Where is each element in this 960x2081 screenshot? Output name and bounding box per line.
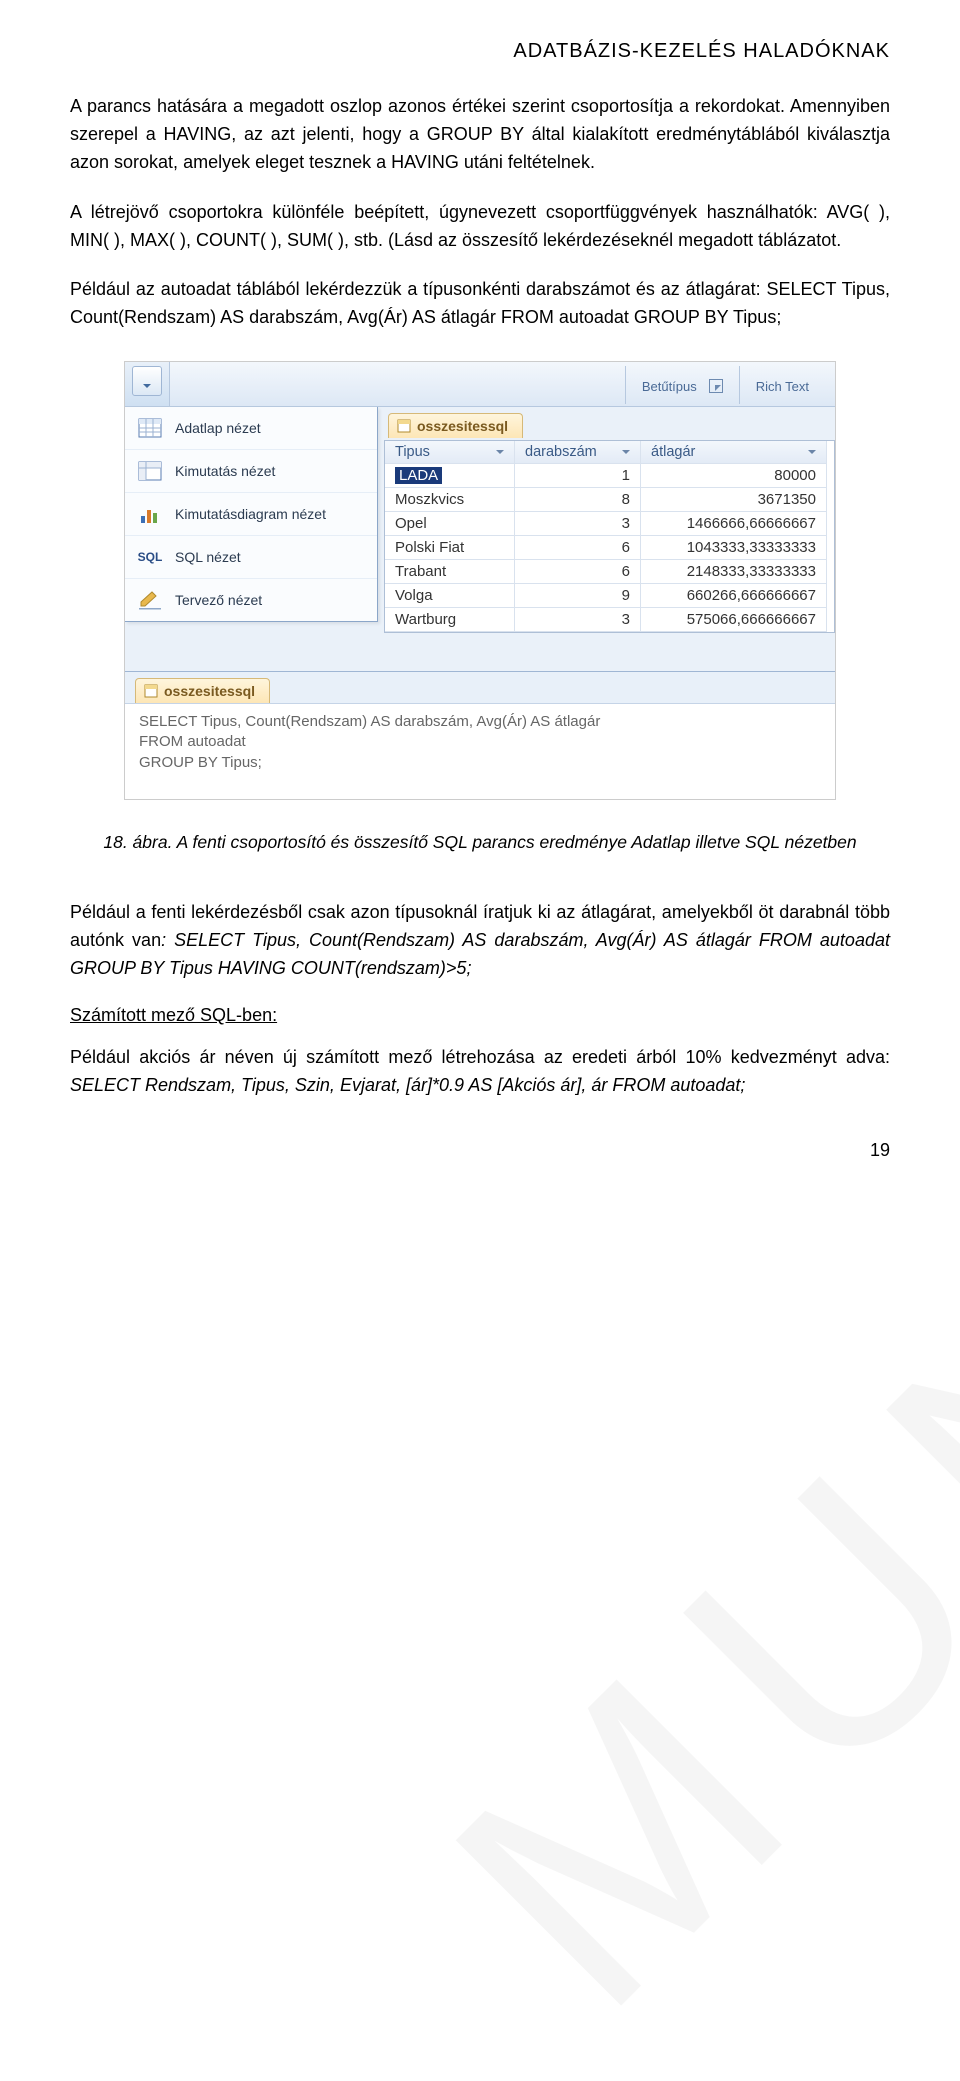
paragraph-4-italic: : SELECT Tipus, Count(Rendszam) AS darab… — [70, 930, 890, 978]
view-menu-design-label: Tervező nézet — [175, 592, 262, 608]
chevron-down-icon — [808, 450, 816, 458]
datasheet-area: osszesitessql Tipus darabszám átlagár LA… — [378, 407, 835, 643]
pivotchart-icon — [137, 503, 163, 525]
view-menu-design[interactable]: Tervező nézet — [125, 579, 377, 621]
sql-line-3: GROUP BY Tipus; — [139, 753, 821, 773]
query-tab-label: osszesitessql — [417, 418, 508, 434]
figure-caption: 18. ábra. A fenti csoportosító és összes… — [70, 829, 890, 855]
grid-header-atlagar[interactable]: átlagár — [641, 441, 827, 464]
query-icon — [144, 684, 158, 698]
sql-view-panel: osszesitessql SELECT Tipus, Count(Rendsz… — [125, 671, 835, 799]
cell-darabszam[interactable]: 9 — [515, 584, 641, 608]
ribbon-group-richtext-label: Rich Text — [756, 379, 809, 394]
paragraph-5-italic: SELECT Rendszam, Tipus, Szin, Evjarat, [… — [70, 1075, 745, 1095]
table-row[interactable]: Trabant62148333,33333333 — [385, 560, 834, 584]
cell-darabszam[interactable]: 3 — [515, 512, 641, 536]
cell-darabszam[interactable]: 1 — [515, 464, 641, 488]
cell-darabszam[interactable]: 6 — [515, 536, 641, 560]
access-screenshot: Betűtípus Rich Text Adatlap nézet — [125, 362, 835, 799]
datasheet-icon — [137, 417, 163, 439]
sql-icon: SQL — [137, 546, 163, 568]
grid-header-darabszam[interactable]: darabszám — [515, 441, 641, 464]
cell-tipus[interactable]: Volga — [385, 584, 515, 608]
ribbon-group-font: Betűtípus — [625, 366, 739, 404]
view-menu-datasheet[interactable]: Adatlap nézet — [125, 407, 377, 450]
table-row[interactable]: Volga9660266,666666667 — [385, 584, 834, 608]
cell-tipus[interactable]: Wartburg — [385, 608, 515, 632]
grid-header-row: Tipus darabszám átlagár — [385, 441, 834, 464]
chevron-down-icon — [622, 450, 630, 458]
design-icon — [137, 589, 163, 611]
chevron-down-icon — [496, 450, 504, 458]
cell-atlagar[interactable]: 575066,666666667 — [641, 608, 827, 632]
paragraph-5-normal: Például akciós ár néven új számított mez… — [70, 1047, 890, 1067]
paragraph-2: A létrejövő csoportokra különféle beépít… — [70, 199, 890, 255]
table-row[interactable]: Opel31466666,66666667 — [385, 512, 834, 536]
cell-atlagar[interactable]: 2148333,33333333 — [641, 560, 827, 584]
view-dropdown-button[interactable] — [132, 366, 162, 396]
table-row[interactable]: LADA180000 — [385, 464, 834, 488]
ribbon: Betűtípus Rich Text — [125, 362, 835, 407]
font-dialog-launcher-icon[interactable] — [709, 379, 723, 393]
paragraph-4: Például a fenti lekérdezésből csak azon … — [70, 899, 890, 983]
query-icon — [397, 419, 411, 433]
cell-atlagar[interactable]: 3671350 — [641, 488, 827, 512]
grid-header-tipus[interactable]: Tipus — [385, 441, 515, 464]
view-menu-pivot[interactable]: Kimutatás nézet — [125, 450, 377, 493]
page-header: ADATBÁZIS-KEZELÉS HALADÓKNAK — [70, 40, 890, 63]
view-menu: Adatlap nézet Kimutatás nézet Kimutatásd… — [125, 407, 378, 622]
sql-line-1: SELECT Tipus, Count(Rendszam) AS darabsz… — [139, 712, 821, 732]
view-menu-datasheet-label: Adatlap nézet — [175, 420, 261, 436]
sql-line-2: FROM autoadat — [139, 732, 821, 752]
paragraph-3: Például az autoadat táblából lekérdezzük… — [70, 276, 890, 332]
ribbon-group-font-label: Betűtípus — [642, 379, 697, 394]
cell-atlagar[interactable]: 1466666,66666667 — [641, 512, 827, 536]
view-menu-sql[interactable]: SQL SQL nézet — [125, 536, 377, 579]
cell-tipus[interactable]: Moszkvics — [385, 488, 515, 512]
table-row[interactable]: Moszkvics83671350 — [385, 488, 834, 512]
result-grid: Tipus darabszám átlagár LADA180000Moszkv… — [384, 440, 835, 633]
cell-tipus[interactable]: LADA — [385, 464, 515, 488]
sql-tab-label: osszesitessql — [164, 683, 255, 699]
cell-tipus[interactable]: Polski Fiat — [385, 536, 515, 560]
table-row[interactable]: Wartburg3575066,666666667 — [385, 608, 834, 632]
view-switcher-col — [125, 362, 170, 406]
section-title: Számított mező SQL-ben: — [70, 1005, 890, 1026]
query-tab[interactable]: osszesitessql — [388, 413, 523, 438]
view-menu-pivotchart[interactable]: Kimutatásdiagram nézet — [125, 493, 377, 536]
cell-darabszam[interactable]: 3 — [515, 608, 641, 632]
pivot-icon — [137, 460, 163, 482]
cell-darabszam[interactable]: 6 — [515, 560, 641, 584]
cell-darabszam[interactable]: 8 — [515, 488, 641, 512]
view-menu-pivot-label: Kimutatás nézet — [175, 463, 275, 479]
cell-atlagar[interactable]: 660266,666666667 — [641, 584, 827, 608]
sql-query-tab[interactable]: osszesitessql — [135, 678, 270, 703]
page-number: 19 — [70, 1140, 890, 1161]
view-menu-sql-label: SQL nézet — [175, 549, 241, 565]
ribbon-group-richtext: Rich Text — [739, 366, 825, 404]
cell-atlagar[interactable]: 80000 — [641, 464, 827, 488]
cell-tipus[interactable]: Opel — [385, 512, 515, 536]
cell-tipus[interactable]: Trabant — [385, 560, 515, 584]
sql-text[interactable]: SELECT Tipus, Count(Rendszam) AS darabsz… — [125, 704, 835, 799]
cell-atlagar[interactable]: 1043333,33333333 — [641, 536, 827, 560]
view-menu-pivotchart-label: Kimutatásdiagram nézet — [175, 506, 326, 522]
paragraph-1: A parancs hatására a megadott oszlop azo… — [70, 93, 890, 177]
table-row[interactable]: Polski Fiat61043333,33333333 — [385, 536, 834, 560]
paragraph-5: Például akciós ár néven új számított mez… — [70, 1044, 890, 1100]
